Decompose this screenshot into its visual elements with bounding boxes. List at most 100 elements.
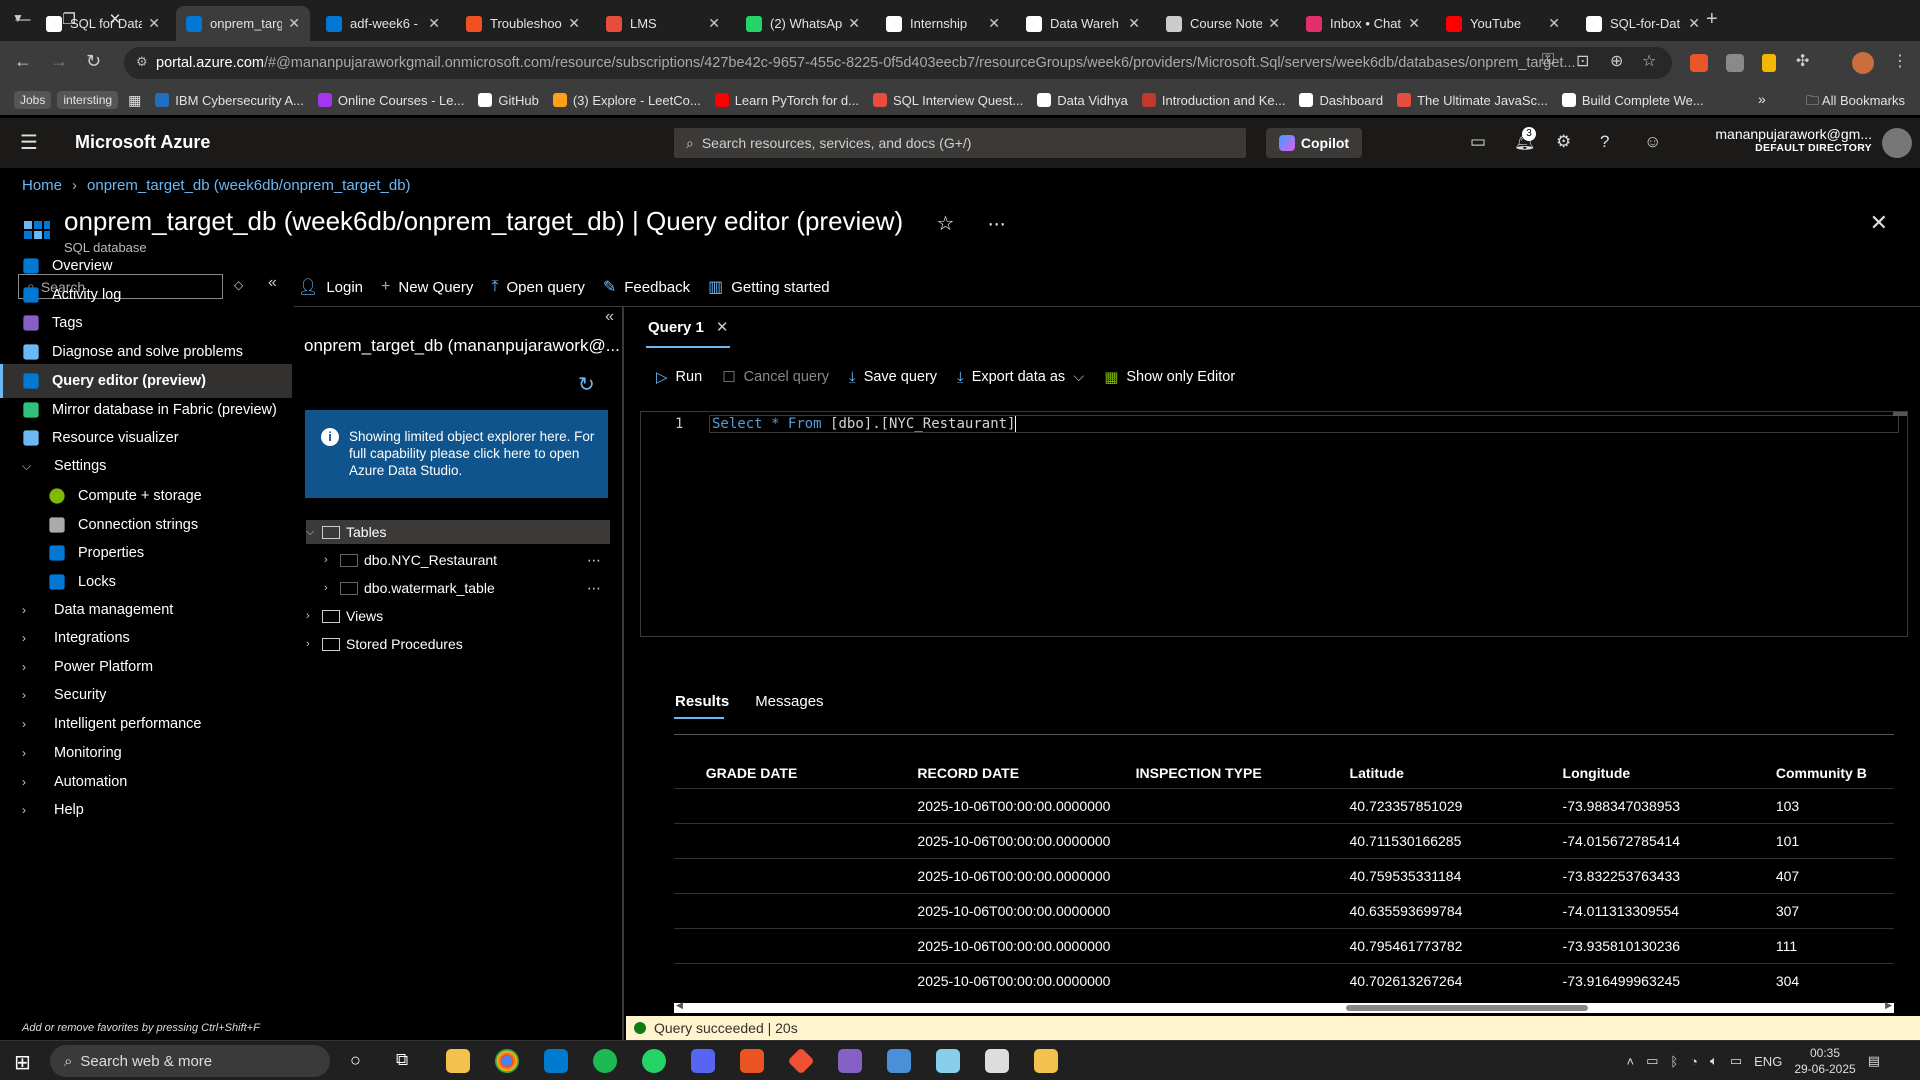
bookmark-item[interactable]: Introduction and Ke... xyxy=(1141,93,1285,108)
export-data-button[interactable]: ⤓ Export data as ⌵ xyxy=(957,369,1084,386)
extension-icon[interactable] xyxy=(1726,54,1744,72)
browser-tab[interactable]: Course Note ✕ xyxy=(1156,6,1290,41)
more-options-icon[interactable]: ⋯ xyxy=(587,580,602,597)
whatsapp-icon[interactable] xyxy=(642,1049,666,1073)
app-icon[interactable] xyxy=(887,1049,911,1073)
table-cell[interactable]: 2025-10-06T00:00:00.0000000 xyxy=(917,962,1136,998)
close-icon[interactable]: ✕ xyxy=(568,15,580,32)
sql-editor[interactable]: 1 Select * From [dbo].[NYC_Restaurant]​ xyxy=(640,411,1908,637)
collapse-explorer-icon[interactable]: « xyxy=(605,308,614,326)
taskbar-search[interactable]: ⌕ Search web & more xyxy=(50,1045,330,1077)
table-cell[interactable]: 40.635593699784 xyxy=(1349,892,1563,928)
app-icon[interactable] xyxy=(838,1049,862,1073)
bluetooth-icon[interactable]: ᛒ xyxy=(1670,1054,1678,1069)
table-cell[interactable]: 40.759535331184 xyxy=(1349,857,1563,893)
browser-tab[interactable]: Internship ✕ xyxy=(876,6,1010,41)
bookmark-folder-chip[interactable]: intersting xyxy=(57,91,119,109)
tab-search-icon[interactable]: ▼ xyxy=(12,11,24,25)
feedback-button[interactable]: ✎ Feedback xyxy=(603,277,690,297)
table-cell[interactable] xyxy=(705,892,918,928)
close-icon[interactable]: ✕ xyxy=(1548,15,1560,32)
close-blade-icon[interactable]: ✕ xyxy=(1870,210,1888,236)
table-cell[interactable] xyxy=(705,962,918,998)
column-header[interactable]: Latitude xyxy=(1350,758,1563,788)
tree-node-stored-procedures[interactable]: › Stored Procedures xyxy=(306,632,610,656)
table-cell[interactable]: 2025-10-06T00:00:00.0000000 xyxy=(917,927,1136,963)
tree-node-tables[interactable]: ⌵ Tables xyxy=(306,520,610,544)
login-button[interactable]: 👤︎ Login xyxy=(298,277,363,297)
settings-gear-icon[interactable]: ⚙ xyxy=(1556,132,1571,152)
close-icon[interactable]: ✕ xyxy=(288,15,300,32)
help-icon[interactable]: ? xyxy=(1600,132,1609,152)
bookmark-folder-chip[interactable]: Jobs xyxy=(14,91,52,109)
scroll-right-icon[interactable]: ▶ xyxy=(1885,1000,1892,1011)
bookmark-item[interactable]: Online Courses - Le... xyxy=(317,93,464,108)
close-icon[interactable]: ✕ xyxy=(716,318,729,336)
breadcrumb-home[interactable]: Home xyxy=(22,177,62,194)
browser-tab[interactable]: adf-week6 - ✕ xyxy=(316,6,450,41)
row-selector[interactable] xyxy=(674,927,706,963)
cancel-query-button[interactable]: ☐ Cancel query xyxy=(722,368,829,386)
table-row[interactable]: 2025-10-06T00:00:00.0000000 40.7115301662… xyxy=(674,822,1894,858)
install-app-icon[interactable]: ⊡ xyxy=(1576,51,1589,71)
row-selector[interactable] xyxy=(674,892,706,928)
tree-node-table[interactable]: › dbo.NYC_Restaurant ⋯ xyxy=(324,548,610,572)
table-cell[interactable]: -73.832253763433 xyxy=(1562,857,1776,893)
table-cell[interactable]: 40.795461773782 xyxy=(1349,927,1563,963)
table-cell[interactable]: -73.988347038953 xyxy=(1562,787,1776,823)
notification-center-icon[interactable]: ▤ xyxy=(1868,1053,1880,1069)
url-field[interactable]: ⚙ portal.azure.com/#@mananpujaraworkgmai… xyxy=(124,47,1672,79)
spotify-icon[interactable] xyxy=(593,1049,617,1073)
refresh-icon[interactable]: ↻ xyxy=(578,372,595,397)
table-cell[interactable] xyxy=(705,857,918,893)
table-row[interactable]: 2025-10-06T00:00:00.0000000 40.6355936997… xyxy=(674,892,1894,928)
table-cell[interactable] xyxy=(1135,927,1350,963)
app-icon[interactable] xyxy=(985,1049,1009,1073)
language-indicator[interactable]: ENG xyxy=(1754,1054,1782,1069)
breadcrumb-database[interactable]: onprem_target_db (week6db/onprem_target_… xyxy=(87,177,411,194)
apps-grid-icon[interactable]: ▦ xyxy=(128,92,141,109)
browser-menu-icon[interactable]: ⋮ xyxy=(1892,51,1908,71)
battery-icon[interactable]: ▭ xyxy=(1730,1053,1742,1069)
bookmark-item[interactable]: Build Complete We... xyxy=(1561,93,1704,108)
table-cell[interactable]: -74.015672785414 xyxy=(1562,822,1776,858)
table-row[interactable]: 2025-10-06T00:00:00.0000000 40.7026132672… xyxy=(674,962,1894,998)
save-query-button[interactable]: ⤓ Save query xyxy=(849,369,937,386)
browser-tab[interactable]: Data Wareh ✕ xyxy=(1016,6,1150,41)
bookmark-item[interactable]: GitHub xyxy=(478,93,539,108)
azure-data-studio-banner[interactable]: i Showing limited object explorer here. … xyxy=(305,410,608,498)
row-selector[interactable] xyxy=(674,962,706,998)
bookmark-item[interactable]: IBM Cybersecurity A... xyxy=(155,93,304,108)
close-icon[interactable]: ✕ xyxy=(848,15,860,32)
column-header[interactable]: RECORD DATE xyxy=(917,758,1135,788)
table-cell[interactable]: 2025-10-06T00:00:00.0000000 xyxy=(917,892,1136,928)
chrome-icon[interactable] xyxy=(495,1049,519,1073)
browser-tab[interactable]: (2) WhatsAp ✕ xyxy=(736,6,870,41)
column-header[interactable]: Longitude xyxy=(1563,758,1776,788)
table-row[interactable]: 2025-10-06T00:00:00.0000000 40.7233578510… xyxy=(674,787,1894,823)
table-cell[interactable]: 40.711530166285 xyxy=(1349,822,1563,858)
tab-query-1[interactable]: Query 1 ✕ xyxy=(648,318,729,337)
star-bookmark-icon[interactable]: ☆ xyxy=(1642,51,1656,71)
table-row[interactable]: 2025-10-06T00:00:00.0000000 40.7595353311… xyxy=(674,857,1894,893)
table-cell[interactable]: 2025-10-06T00:00:00.0000000 xyxy=(917,822,1136,858)
notepad-icon[interactable] xyxy=(936,1049,960,1073)
close-icon[interactable]: ✕ xyxy=(1408,15,1420,32)
column-header[interactable]: INSPECTION TYPE xyxy=(1136,758,1350,788)
browser-tab[interactable]: LMS ✕ xyxy=(596,6,730,41)
cloud-shell-icon[interactable]: ▭ xyxy=(1470,132,1486,152)
table-cell[interactable]: 2025-10-06T00:00:00.0000000 xyxy=(917,857,1136,893)
password-key-icon[interactable]: ⚿ xyxy=(1542,51,1554,69)
portal-menu-icon[interactable]: ☰ xyxy=(20,130,38,155)
bookmark-item[interactable]: SQL Interview Quest... xyxy=(872,93,1023,108)
account-menu[interactable]: mananpujarawork@gm... DEFAULT DIRECTORY xyxy=(1715,126,1872,154)
browser-tab[interactable]: YouTube ✕ xyxy=(1436,6,1570,41)
chevron-up-icon[interactable]: ˄ xyxy=(1626,1054,1634,1069)
table-cell[interactable]: 40.702613267264 xyxy=(1349,962,1563,998)
app-icon[interactable] xyxy=(1034,1049,1058,1073)
table-cell[interactable]: 307 xyxy=(1775,892,1894,928)
table-cell[interactable]: -73.935810130236 xyxy=(1562,927,1776,963)
windows-start-icon[interactable]: ⊞ xyxy=(14,1050,31,1075)
bookmark-item[interactable]: Data Vidhya xyxy=(1037,93,1128,108)
column-header[interactable]: GRADE DATE xyxy=(706,758,918,788)
